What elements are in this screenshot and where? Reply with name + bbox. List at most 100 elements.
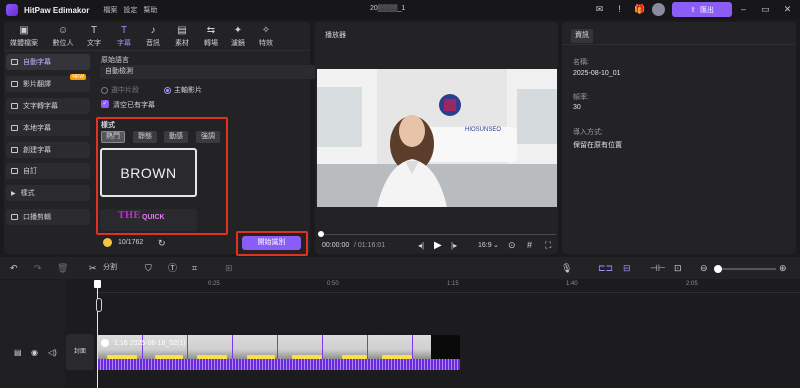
redo-icon[interactable]: ↷ — [34, 262, 42, 274]
menu-help[interactable]: 幫助 — [143, 5, 157, 15]
export-button[interactable]: ⇪ 匯出 — [672, 2, 732, 17]
plus-box-icon — [11, 147, 18, 153]
cat-media[interactable]: ▣ 媒體檔案 — [6, 22, 42, 50]
clip-thumbnail — [413, 335, 431, 359]
sidebar-item-speech-edit[interactable]: 口播剪輯 — [6, 209, 90, 225]
cat-avatar[interactable]: ☺ 數位人 — [48, 22, 78, 50]
name-value: 2025-08-10_01 — [573, 70, 621, 77]
feedback-icon[interactable]: ! — [614, 4, 625, 15]
cat-audio[interactable]: ♪ 音訊 — [141, 22, 165, 50]
snap-icon[interactable]: ⊏⊐ — [598, 262, 613, 274]
sidebar-item-local-subtitle[interactable]: 本地字幕 — [6, 120, 90, 136]
split-audio-icon[interactable]: ⊣⊢ — [650, 262, 666, 274]
undo-icon[interactable]: ↶ — [10, 262, 18, 274]
playhead-handle[interactable] — [94, 280, 101, 288]
import-label: 導入方式: — [573, 129, 603, 136]
refresh-icon[interactable]: ↻ — [158, 238, 166, 249]
previous-frame-icon[interactable]: ◂| — [418, 241, 424, 250]
ruler-tick: 2:05 — [686, 281, 698, 287]
zoom-out-icon[interactable]: ⊖ — [700, 262, 708, 274]
category-divider — [4, 50, 310, 51]
start-recognition-button[interactable]: 開始識別 — [242, 236, 301, 250]
fps-label: 幀率: — [573, 94, 589, 101]
split-label[interactable]: 分割 — [103, 262, 117, 274]
style-preset-brown[interactable]: BROWN — [100, 148, 197, 197]
zoom-in-icon[interactable]: ⊕ — [779, 262, 787, 274]
tab-info[interactable]: 資訊 — [571, 29, 593, 43]
video-preview[interactable]: HIOSUNSEO — [317, 69, 557, 207]
ruler-line — [96, 292, 800, 293]
fullscreen-icon[interactable]: ⛶ — [545, 240, 551, 251]
crop-icon[interactable]: ⌗ — [192, 262, 197, 274]
media-icon: ▣ — [19, 25, 29, 36]
next-frame-icon[interactable]: |▸ — [451, 241, 457, 250]
audio-waveform — [97, 359, 460, 370]
info-divider — [562, 44, 796, 45]
add-media-icon[interactable]: ⊞ — [225, 262, 233, 274]
shield-icon[interactable]: ⛉ — [145, 262, 152, 274]
player-label: 播放器 — [325, 32, 346, 39]
cat-subtitle[interactable]: T 字幕 — [112, 22, 136, 50]
option-selected-clip[interactable]: 選中片段 — [101, 85, 139, 95]
cat-filter[interactable]: ✦ 濾鏡 — [226, 22, 250, 50]
track-header-column — [0, 280, 65, 388]
zoom-slider[interactable] — [716, 268, 776, 270]
info-panel — [562, 22, 796, 254]
cover-button[interactable]: 封面 — [66, 334, 94, 370]
cat-effect[interactable]: ✧ 特效 — [254, 22, 278, 50]
track-lock-icon[interactable]: ▤ — [14, 348, 22, 357]
play-icon[interactable]: ▶ — [434, 240, 442, 251]
clear-existing-label: 清空已有字幕 — [113, 102, 155, 109]
tab-dynamic[interactable]: 動感 — [164, 131, 188, 143]
track-visibility-icon[interactable]: ◉ — [31, 348, 38, 357]
clear-existing-checkbox[interactable]: ✓ — [101, 100, 109, 108]
source-language-select[interactable]: 自動檢測 ⌄ — [100, 65, 330, 79]
snapshot-icon[interactable]: ⊙ — [508, 240, 516, 251]
tab-static[interactable]: 靜態 — [133, 131, 157, 143]
sidebar-item-video-translate[interactable]: 影片翻譯 NEW — [6, 74, 90, 92]
clip-play-icon[interactable] — [101, 339, 109, 347]
gift-icon[interactable]: 🎁 — [634, 4, 645, 15]
sidebar-item-custom[interactable]: 自訂 — [6, 163, 90, 179]
zoom-slider-knob[interactable] — [714, 265, 722, 273]
tab-emphasis[interactable]: 強調 — [196, 131, 220, 143]
minimize-icon[interactable]: – — [738, 4, 749, 15]
microphone-icon[interactable]: 🎙 — [561, 262, 572, 274]
option-main-track[interactable]: 主軸影片 — [164, 85, 202, 95]
menu-file[interactable]: 檔案 — [103, 5, 117, 15]
cat-material[interactable]: ▤ 素材 — [170, 22, 194, 50]
ruler-tick: 1:15 — [447, 281, 459, 287]
speech-icon — [11, 214, 18, 220]
avatar[interactable] — [652, 3, 665, 16]
name-label: 名稱: — [573, 59, 589, 66]
ruler-tick: 0:50 — [327, 281, 339, 287]
style-preset-the-quick[interactable]: THE QUICK — [100, 209, 197, 231]
cat-text[interactable]: T 文字 — [83, 22, 105, 50]
track-audio-icon[interactable]: ◁) — [48, 348, 57, 357]
aspect-ratio-select[interactable]: 16:9 — [478, 242, 492, 249]
fit-icon[interactable]: ⊡ — [674, 262, 682, 274]
link-icon[interactable]: ⊟ — [623, 262, 631, 274]
chevron-down-icon: ⌄ — [493, 242, 499, 249]
playhead[interactable] — [97, 280, 98, 388]
sidebar-item-create-subtitle[interactable]: 創建字幕 — [6, 142, 90, 158]
maximize-icon[interactable]: ▭ — [760, 4, 771, 15]
progress-knob[interactable] — [318, 231, 324, 237]
sidebar-item-auto-subtitle[interactable]: 自動字幕 — [6, 54, 90, 70]
grid-icon[interactable]: # — [527, 240, 532, 250]
sidebar-item-style[interactable]: ▶ 樣式 — [6, 185, 90, 201]
tab-popular[interactable]: 熱門 — [101, 131, 125, 143]
delete-icon[interactable]: 🗑 — [57, 262, 68, 274]
cat-transition[interactable]: ⇆ 轉場 — [199, 22, 223, 50]
playback-progress[interactable] — [320, 234, 556, 235]
total-time: / 01:16:01 — [354, 242, 386, 249]
close-icon[interactable]: ✕ — [782, 4, 793, 15]
text-box-icon[interactable]: Ⓣ — [168, 262, 177, 274]
transition-icon: ⇆ — [206, 25, 216, 36]
message-icon[interactable]: ✉ — [594, 4, 605, 15]
menu-settings[interactable]: 設定 — [123, 5, 137, 15]
sidebar-item-text-to-subtitle[interactable]: 文字轉字幕 — [6, 98, 90, 114]
ruler-tick: 0:25 — [208, 281, 220, 287]
source-language-label: 原始語言 — [101, 57, 129, 64]
scissors-icon[interactable]: ✂ — [89, 262, 97, 274]
